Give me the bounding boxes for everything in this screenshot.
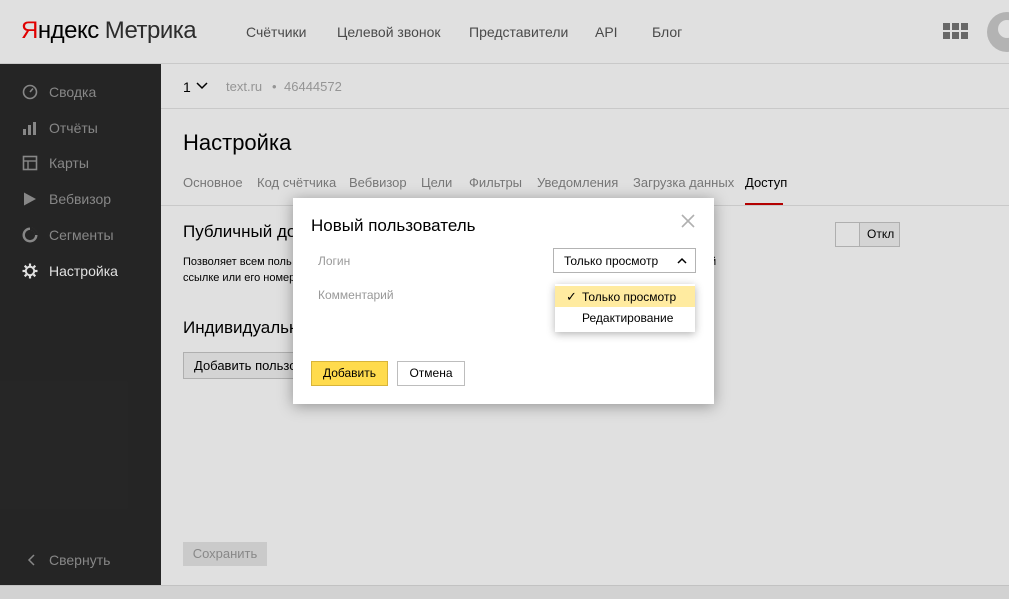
option-label: Редактирование: [582, 311, 673, 325]
comment-label: Комментарий: [318, 288, 394, 302]
chevron-up-icon: [676, 255, 688, 267]
dropdown-option-view-only[interactable]: ✓ Только просмотр: [555, 286, 695, 307]
add-button[interactable]: Добавить: [311, 361, 388, 386]
option-label: Только просмотр: [582, 290, 676, 304]
access-level-dropdown: ✓ Только просмотр Редактирование: [555, 284, 695, 332]
check-icon: ✓: [566, 289, 577, 305]
login-label: Логин: [318, 254, 350, 268]
dropdown-option-edit[interactable]: Редактирование: [555, 307, 695, 328]
access-level-select[interactable]: Только просмотр: [553, 248, 696, 273]
cancel-button[interactable]: Отмена: [397, 361, 465, 386]
close-icon[interactable]: [679, 212, 697, 230]
new-user-dialog: Новый пользователь Логин Комментарий Тол…: [293, 198, 714, 404]
access-select-value: Только просмотр: [564, 254, 658, 268]
dialog-title: Новый пользователь: [311, 216, 476, 236]
